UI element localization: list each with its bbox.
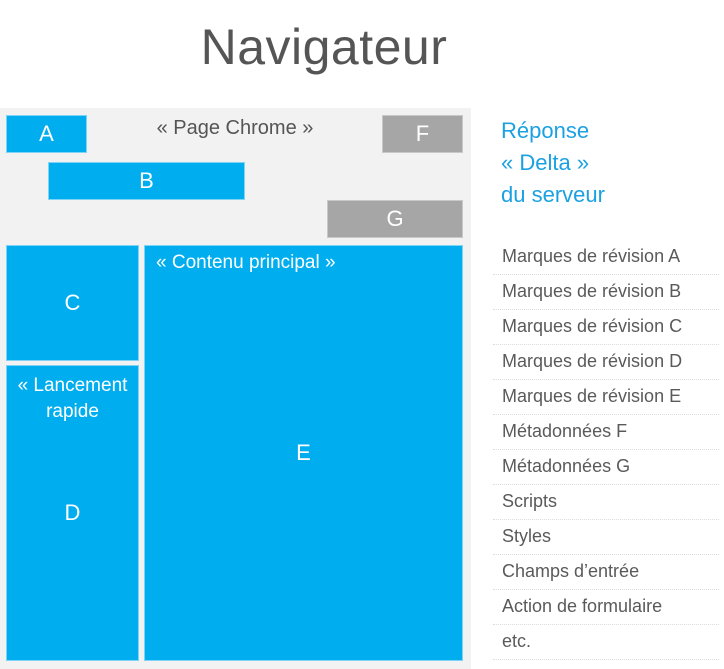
quick-launch-caption-line1: « Lancement [17,375,128,396]
page-chrome-label: « Page Chrome » [156,117,314,139]
block-f-label: F [415,121,430,146]
list-item: Styles [493,520,719,555]
block-c-label: C [64,290,81,315]
list-item: Métadonnées F [493,415,719,450]
block-d-label: D [64,500,81,525]
list-item: Marques de révision A [493,240,719,275]
diagram-title: Navigateur [200,19,448,75]
block-f: F [382,115,463,153]
list-item: etc. [493,625,719,660]
block-c: C [6,245,139,361]
block-g-label: G [386,206,404,231]
list-item: Marques de révision C [493,310,719,345]
list-item: Champs d’entrée [493,555,719,590]
quick-launch-caption-line2: rapide [46,401,99,422]
main-content-caption: « Contenu principal » [156,252,336,273]
server-response-heading-line3: du serveur [501,182,605,207]
quick-launch-caption: « Lancement rapide [6,373,139,425]
list-item: Action de formulaire [493,590,719,625]
block-b-label: B [139,168,154,193]
list-item: Marques de révision B [493,275,719,310]
server-response-list: Marques de révision A Marques de révisio… [493,240,719,660]
list-item: Scripts [493,485,719,520]
block-e-main-content: E [144,245,463,661]
block-e-label: E [296,440,311,465]
block-a: A [6,115,87,153]
list-item: Marques de révision D [493,345,719,380]
list-item: Marques de révision E [493,380,719,415]
block-b: B [48,162,245,200]
server-response-heading: Réponse « Delta » du serveur [501,115,605,211]
server-response-heading-line2: « Delta » [501,150,590,175]
block-g: G [327,200,463,238]
list-item: Métadonnées G [493,450,719,485]
server-response-heading-line1: Réponse [501,118,590,143]
block-a-label: A [39,121,54,146]
